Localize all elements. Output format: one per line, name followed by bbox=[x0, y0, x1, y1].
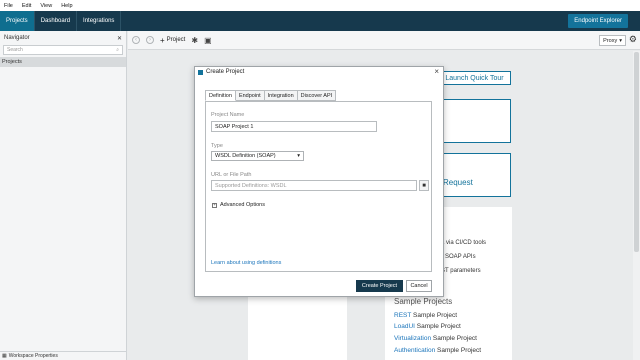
app-icon bbox=[198, 69, 203, 75]
endpoint-explorer-button[interactable]: Endpoint Explorer bbox=[568, 14, 628, 28]
sample-loadui: LoadUI Sample Project bbox=[394, 323, 461, 330]
bug-icon[interactable]: ✱ bbox=[191, 36, 198, 45]
learn-definitions-link[interactable]: Learn about using definitions bbox=[211, 260, 281, 266]
sample-loadui-text: Sample Project bbox=[414, 323, 461, 330]
middle-panel bbox=[248, 295, 347, 360]
folder-icon[interactable]: ■ bbox=[419, 180, 429, 191]
info-text-cicd[interactable]: a via CI/CD tools bbox=[441, 240, 486, 246]
sample-authentication-link[interactable]: Authentication bbox=[394, 347, 435, 354]
menu-view[interactable]: View bbox=[40, 3, 52, 9]
sample-virtualization-text: Sample Project bbox=[431, 335, 477, 342]
info-text-soap[interactable]: SOAP APIs bbox=[445, 254, 476, 260]
tab-integrations[interactable]: Integrations bbox=[77, 11, 122, 31]
url-input[interactable]: Supported Definitions: WSDL bbox=[211, 180, 417, 191]
document-icon[interactable]: ▣ bbox=[204, 36, 212, 45]
close-icon[interactable]: ✕ bbox=[117, 35, 122, 42]
properties-icon: ▦ bbox=[2, 353, 7, 359]
create-project-button[interactable]: Create Project bbox=[356, 280, 403, 292]
navigator-search-input[interactable]: Search ⌕ bbox=[3, 45, 123, 55]
navigator-item-projects[interactable]: Projects bbox=[0, 57, 126, 67]
tab-endpoint[interactable]: Endpoint bbox=[235, 90, 265, 101]
sample-rest-text: Sample Project bbox=[411, 312, 458, 319]
search-icon: ⌕ bbox=[116, 47, 119, 53]
type-select[interactable]: WSDL Definition (SOAP) ▾ bbox=[211, 151, 304, 161]
project-name-input[interactable]: SOAP Project 1 bbox=[211, 121, 377, 132]
project-name-label: Project Name bbox=[211, 112, 245, 118]
menu-bar: File Edit View Help bbox=[0, 0, 640, 11]
tab-integration[interactable]: Integration bbox=[264, 90, 298, 101]
menu-edit[interactable]: Edit bbox=[22, 3, 31, 9]
info-text-params[interactable]: ST parameters bbox=[441, 268, 481, 274]
workspace-properties-label: Workspace Properties bbox=[8, 353, 58, 359]
sample-loadui-link[interactable]: LoadUI bbox=[394, 323, 415, 330]
url-label: URL or File Path bbox=[211, 172, 252, 178]
sample-projects-title: Sample Projects bbox=[394, 297, 453, 306]
dialog-title: Create Project bbox=[206, 69, 245, 75]
sample-virtualization: Virtualization Sample Project bbox=[394, 335, 477, 342]
plus-icon: + bbox=[160, 35, 165, 45]
forward-icon[interactable]: › bbox=[146, 36, 154, 44]
new-project-label: Project bbox=[166, 37, 186, 43]
sample-rest-link[interactable]: REST bbox=[394, 312, 411, 319]
close-icon[interactable]: × bbox=[434, 67, 439, 76]
navigator-panel: Navigator ✕ Search ⌕ Projects ▦ Workspac… bbox=[0, 31, 127, 360]
launch-quick-tour-button[interactable]: Launch Quick Tour bbox=[438, 71, 511, 85]
sample-virtualization-link[interactable]: Virtualization bbox=[394, 335, 431, 342]
dialog-titlebar: Create Project bbox=[198, 69, 244, 75]
type-label: Type bbox=[211, 143, 223, 149]
advanced-options-toggle[interactable]: + Advanced Options bbox=[212, 202, 265, 208]
tab-discover-api[interactable]: Discover API bbox=[297, 90, 337, 101]
proxy-dropdown[interactable]: Proxy ▾ bbox=[599, 35, 626, 46]
dialog-tabs: Definition Endpoint Integration Discover… bbox=[205, 90, 337, 101]
menu-file[interactable]: File bbox=[4, 3, 13, 9]
tab-dashboard[interactable]: Dashboard bbox=[35, 11, 78, 31]
cancel-button[interactable]: Cancel bbox=[406, 280, 432, 292]
new-project-button[interactable]: + Project bbox=[160, 36, 185, 45]
sample-authentication: Authentication Sample Project bbox=[394, 347, 481, 354]
back-icon[interactable]: ‹ bbox=[132, 36, 140, 44]
url-placeholder: Supported Definitions: WSDL bbox=[215, 182, 287, 189]
definition-tab-content: Project Name SOAP Project 1 Type WSDL De… bbox=[205, 101, 432, 272]
navigator-title: Navigator bbox=[4, 35, 30, 41]
main-toolbar: ‹ › + Project ✱ ▣ Proxy ▾ ⚙ bbox=[128, 31, 640, 50]
scrollbar-thumb[interactable] bbox=[634, 52, 639, 252]
create-project-dialog: Create Project × Definition Endpoint Int… bbox=[194, 66, 444, 297]
proxy-label: Proxy bbox=[603, 37, 618, 44]
advanced-options-label: Advanced Options bbox=[220, 202, 265, 208]
sample-rest: REST Sample Project bbox=[394, 312, 457, 319]
menu-help[interactable]: Help bbox=[61, 3, 72, 9]
tab-projects[interactable]: Projects bbox=[0, 11, 35, 31]
navigator-header: Navigator ✕ bbox=[0, 31, 126, 45]
workspace-properties[interactable]: ▦ Workspace Properties bbox=[0, 351, 126, 360]
search-placeholder: Search bbox=[7, 47, 23, 53]
sample-authentication-text: Sample Project bbox=[435, 347, 482, 354]
chevron-down-icon: ▾ bbox=[297, 153, 300, 159]
expand-icon: + bbox=[212, 202, 217, 208]
chevron-down-icon: ▾ bbox=[619, 37, 622, 44]
tab-definition[interactable]: Definition bbox=[205, 90, 236, 101]
type-select-value: WSDL Definition (SOAP) bbox=[215, 153, 276, 159]
gear-icon[interactable]: ⚙ bbox=[629, 34, 637, 45]
top-navbar: Projects Dashboard Integrations Endpoint… bbox=[0, 11, 640, 31]
